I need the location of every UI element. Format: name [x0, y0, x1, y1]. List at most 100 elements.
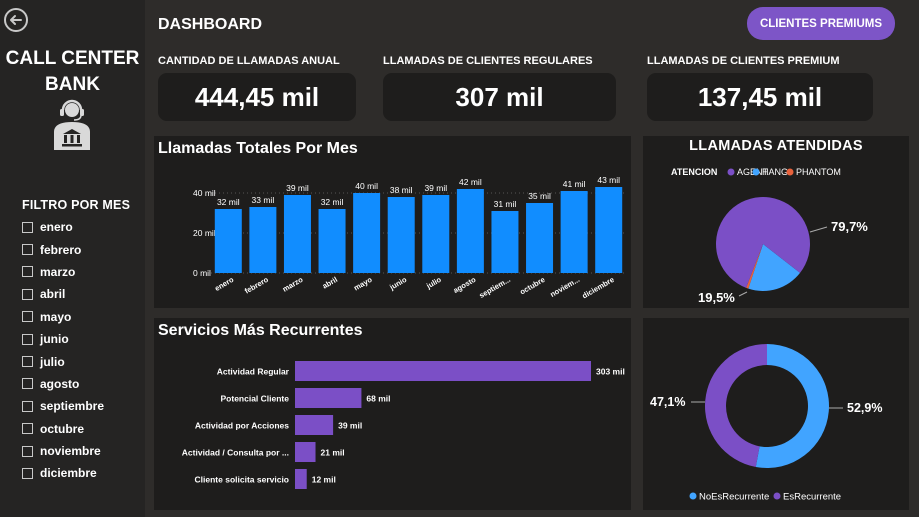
bar-septiem...[interactable] — [491, 211, 519, 273]
checkbox[interactable] — [22, 467, 33, 479]
filter-item-diciembre[interactable]: diciembre — [22, 462, 104, 484]
answered-calls-panel: LLAMADAS ATENDIDAS ATENCIONAGENTHANGPHAN… — [643, 136, 909, 308]
pie-label-agent: 79,7% — [831, 219, 868, 234]
data-label: 35 mil — [528, 191, 551, 201]
data-label: 39 mil — [286, 183, 309, 193]
category-label: Cliente solicita servicio — [195, 475, 289, 485]
filter-item-junio[interactable]: junio — [22, 328, 104, 350]
bar-marzo[interactable] — [283, 195, 311, 273]
filter-item-enero[interactable]: enero — [22, 216, 104, 238]
back-button[interactable] — [4, 8, 28, 32]
x-tick-label: julio — [424, 275, 443, 291]
checkbox[interactable] — [22, 311, 33, 323]
category-label: Actividad por Acciones — [195, 421, 289, 431]
checkbox[interactable] — [22, 221, 33, 233]
filter-item-label: marzo — [40, 264, 76, 279]
filter-item-noviembre[interactable]: noviembre — [22, 440, 104, 462]
category-label: Potencial Cliente — [221, 394, 290, 404]
data-label: 32 mil — [321, 197, 344, 207]
filter-item-label: febrero — [40, 242, 82, 257]
legend-label-noesrecurrente[interactable]: NoEsRecurrente — [699, 492, 769, 503]
leader-line — [809, 226, 828, 233]
filter-item-label: enero — [40, 220, 73, 235]
checkbox[interactable] — [22, 266, 33, 278]
bar-noviem...[interactable] — [560, 191, 588, 273]
recurrence-donut-chart: 52,9% 47,1% NoEsRecurrente EsRecurrente — [650, 344, 882, 503]
checkbox[interactable] — [22, 378, 33, 390]
bank-agent-icon — [54, 99, 90, 150]
kpi-label-annual: CANTIDAD DE LLAMADAS ANUAL — [158, 55, 340, 67]
checkbox[interactable] — [22, 423, 33, 435]
page-title: DASHBOARD — [158, 16, 262, 33]
data-label: 39 mil — [424, 183, 447, 193]
data-label: 39 mil — [338, 421, 362, 431]
y-tick-label: 40 mil — [193, 188, 216, 198]
filter-item-label: octubre — [40, 421, 85, 436]
x-tick-label: enero — [213, 275, 236, 293]
filter-item-octubre[interactable]: octubre — [22, 418, 104, 440]
x-tick-label: noviem... — [548, 275, 581, 299]
filter-item-julio[interactable]: julio — [22, 350, 104, 372]
x-tick-label: junio — [387, 275, 408, 292]
app-title-line1: CALL CENTER — [5, 48, 140, 69]
filter-item-septiembre[interactable]: septiembre — [22, 395, 104, 417]
checkbox[interactable] — [22, 356, 33, 368]
bar-octubre[interactable] — [526, 203, 554, 273]
checkbox[interactable] — [22, 333, 33, 345]
bar-julio[interactable] — [422, 195, 450, 273]
data-label: 42 mil — [459, 177, 482, 187]
checkbox[interactable] — [22, 400, 33, 412]
data-label: 40 mil — [355, 181, 378, 191]
bar-abril[interactable] — [318, 209, 346, 273]
checkbox[interactable] — [22, 445, 33, 457]
legend-label-esrecurrente[interactable]: EsRecurrente — [783, 492, 841, 503]
x-tick-label: febrero — [243, 275, 270, 296]
filter-item-abril[interactable]: abril — [22, 283, 104, 305]
kpi-value-annual: 444,45 mil — [158, 73, 356, 121]
data-label: 41 mil — [563, 179, 586, 189]
filter-item-febrero[interactable]: febrero — [22, 238, 104, 260]
legend-label-hang[interactable]: HANG — [762, 167, 788, 177]
bar-agosto[interactable] — [456, 189, 484, 273]
kpi-value-regular: 307 mil — [383, 73, 616, 121]
filter-item-label: diciembre — [40, 466, 97, 481]
donut-label-noesrecurrente: 52,9% — [847, 401, 882, 415]
hbar[interactable] — [295, 415, 334, 435]
hbar[interactable] — [295, 361, 591, 381]
legend-label-phantom[interactable]: PHANTOM — [796, 167, 841, 177]
bar-diciembre[interactable] — [595, 187, 623, 273]
premium-clients-button[interactable]: CLIENTES PREMIUMS — [747, 7, 895, 40]
legend-title: ATENCION — [671, 167, 717, 177]
monthly-calls-panel: Llamadas Totales Por Mes 0 mil 20 mil 40 m… — [154, 136, 631, 308]
y-tick-label: 0 mil — [193, 268, 211, 278]
hbar[interactable] — [295, 388, 362, 408]
filter-item-mayo[interactable]: mayo — [22, 306, 104, 328]
filter-item-label: abril — [40, 287, 66, 302]
filter-item-label: agosto — [40, 376, 80, 391]
legend-marker — [727, 168, 735, 176]
x-tick-label: mayo — [352, 275, 374, 293]
bar-junio[interactable] — [387, 197, 415, 273]
x-tick-label: marzo — [281, 275, 305, 294]
hbar[interactable] — [295, 469, 307, 489]
checkbox[interactable] — [22, 288, 33, 300]
checkbox[interactable] — [22, 244, 33, 256]
y-tick-label: 20 mil — [193, 228, 216, 238]
legend-marker — [786, 168, 794, 176]
bar-febrero[interactable] — [249, 207, 277, 273]
filter-item-agosto[interactable]: agosto — [22, 373, 104, 395]
kpi-label-premium: LLAMADAS DE CLIENTES PREMIUM — [647, 55, 840, 67]
data-label: 38 mil — [390, 185, 413, 195]
category-label: Actividad / Consulta por ... — [182, 448, 289, 458]
bar-mayo[interactable] — [353, 193, 381, 273]
data-label: 32 mil — [217, 197, 240, 207]
donut-slice-esrecurrente[interactable] — [705, 344, 767, 467]
data-label: 31 mil — [494, 199, 517, 209]
data-label: 12 mil — [312, 475, 336, 485]
hbar[interactable] — [295, 442, 316, 462]
kpi-value-premium: 137,45 mil — [647, 73, 873, 121]
bar-enero[interactable] — [214, 209, 242, 273]
filter-item-marzo[interactable]: marzo — [22, 261, 104, 283]
answered-calls-pie-chart: ATENCIONAGENTHANGPHANTOM79,7%19,5% — [671, 167, 868, 305]
pie-label-hang: 19,5% — [698, 290, 735, 305]
